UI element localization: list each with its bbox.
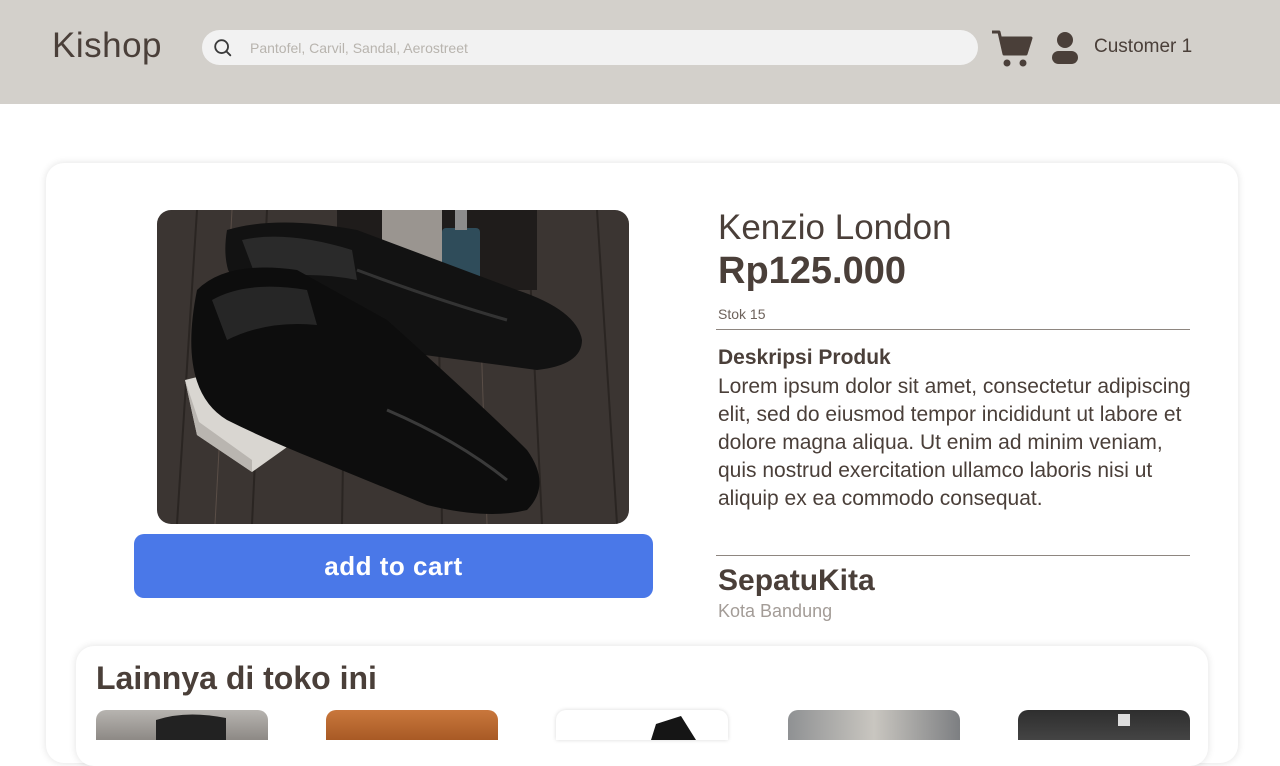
product-stock: Stok 15 <box>718 306 766 322</box>
divider <box>716 555 1190 556</box>
cart-icon[interactable] <box>990 28 1034 70</box>
search-icon[interactable] <box>212 37 234 59</box>
store-name[interactable]: SepatuKita <box>718 564 875 598</box>
thumbnail-image <box>651 716 696 740</box>
shoe-photo <box>157 210 629 524</box>
user-name[interactable]: Customer 1 <box>1094 36 1192 58</box>
product-thumbnail[interactable] <box>788 710 960 740</box>
product-price: Rp125.000 <box>718 250 907 292</box>
product-thumbnail[interactable] <box>1018 710 1190 740</box>
thumbnail-image <box>1118 714 1130 726</box>
logo[interactable]: Kishop <box>52 26 162 66</box>
product-thumbnail[interactable] <box>556 710 728 740</box>
product-thumbnail[interactable] <box>96 710 268 740</box>
product-image <box>157 210 629 524</box>
search-bar[interactable] <box>202 30 978 65</box>
top-header: Kishop Customer 1 <box>0 0 1280 104</box>
product-thumbnail[interactable] <box>326 710 498 740</box>
more-products-title: Lainnya di toko ini <box>96 660 377 696</box>
product-name: Kenzio London <box>718 208 952 247</box>
user-icon[interactable] <box>1050 30 1080 66</box>
divider <box>716 329 1190 330</box>
search-input[interactable] <box>248 31 952 64</box>
store-city: Kota Bandung <box>718 601 833 621</box>
thumbnail-image <box>156 714 226 740</box>
description-text: Lorem ipsum dolor sit amet, consectetur … <box>718 375 1191 510</box>
description-title: Deskripsi Produk <box>718 346 891 369</box>
add-to-cart-button[interactable]: add to cart <box>134 534 653 598</box>
